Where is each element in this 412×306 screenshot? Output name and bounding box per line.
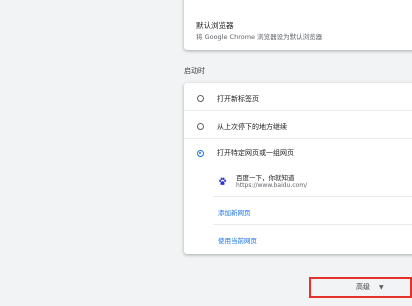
startup-card	[184, 83, 412, 254]
use-current-pages-link[interactable]: 使用当前网页	[218, 235, 257, 245]
advanced-button[interactable]: 高级 ▼	[356, 282, 384, 292]
caret-down-icon: ▼	[379, 283, 384, 291]
advanced-label: 高级	[356, 283, 370, 291]
startup-option-label: 从上次停下的地方继续	[217, 123, 287, 131]
default-browser-subtitle: 将 Google Chrome 浏览器设为默认浏览器	[196, 33, 323, 41]
radio-continue[interactable]	[197, 123, 204, 130]
startup-section-title: 启动时	[184, 67, 205, 75]
add-new-page-link[interactable]: 添加新网页	[218, 207, 251, 217]
divider	[184, 110, 412, 111]
startup-option-label: 打开特定网页或一组网页	[217, 149, 294, 157]
site-title: 百度一下，你就知道	[236, 174, 295, 182]
radio-new-tab[interactable]	[197, 95, 204, 102]
baidu-paw-icon	[219, 177, 227, 185]
divider	[213, 224, 412, 225]
startup-option-label: 打开新标签页	[217, 95, 259, 103]
default-browser-title: 默认浏览器	[196, 21, 234, 30]
divider	[213, 196, 412, 197]
site-url: https://www.baidu.com/	[236, 182, 308, 189]
radio-specific-pages[interactable]	[197, 150, 204, 157]
divider	[184, 138, 412, 139]
